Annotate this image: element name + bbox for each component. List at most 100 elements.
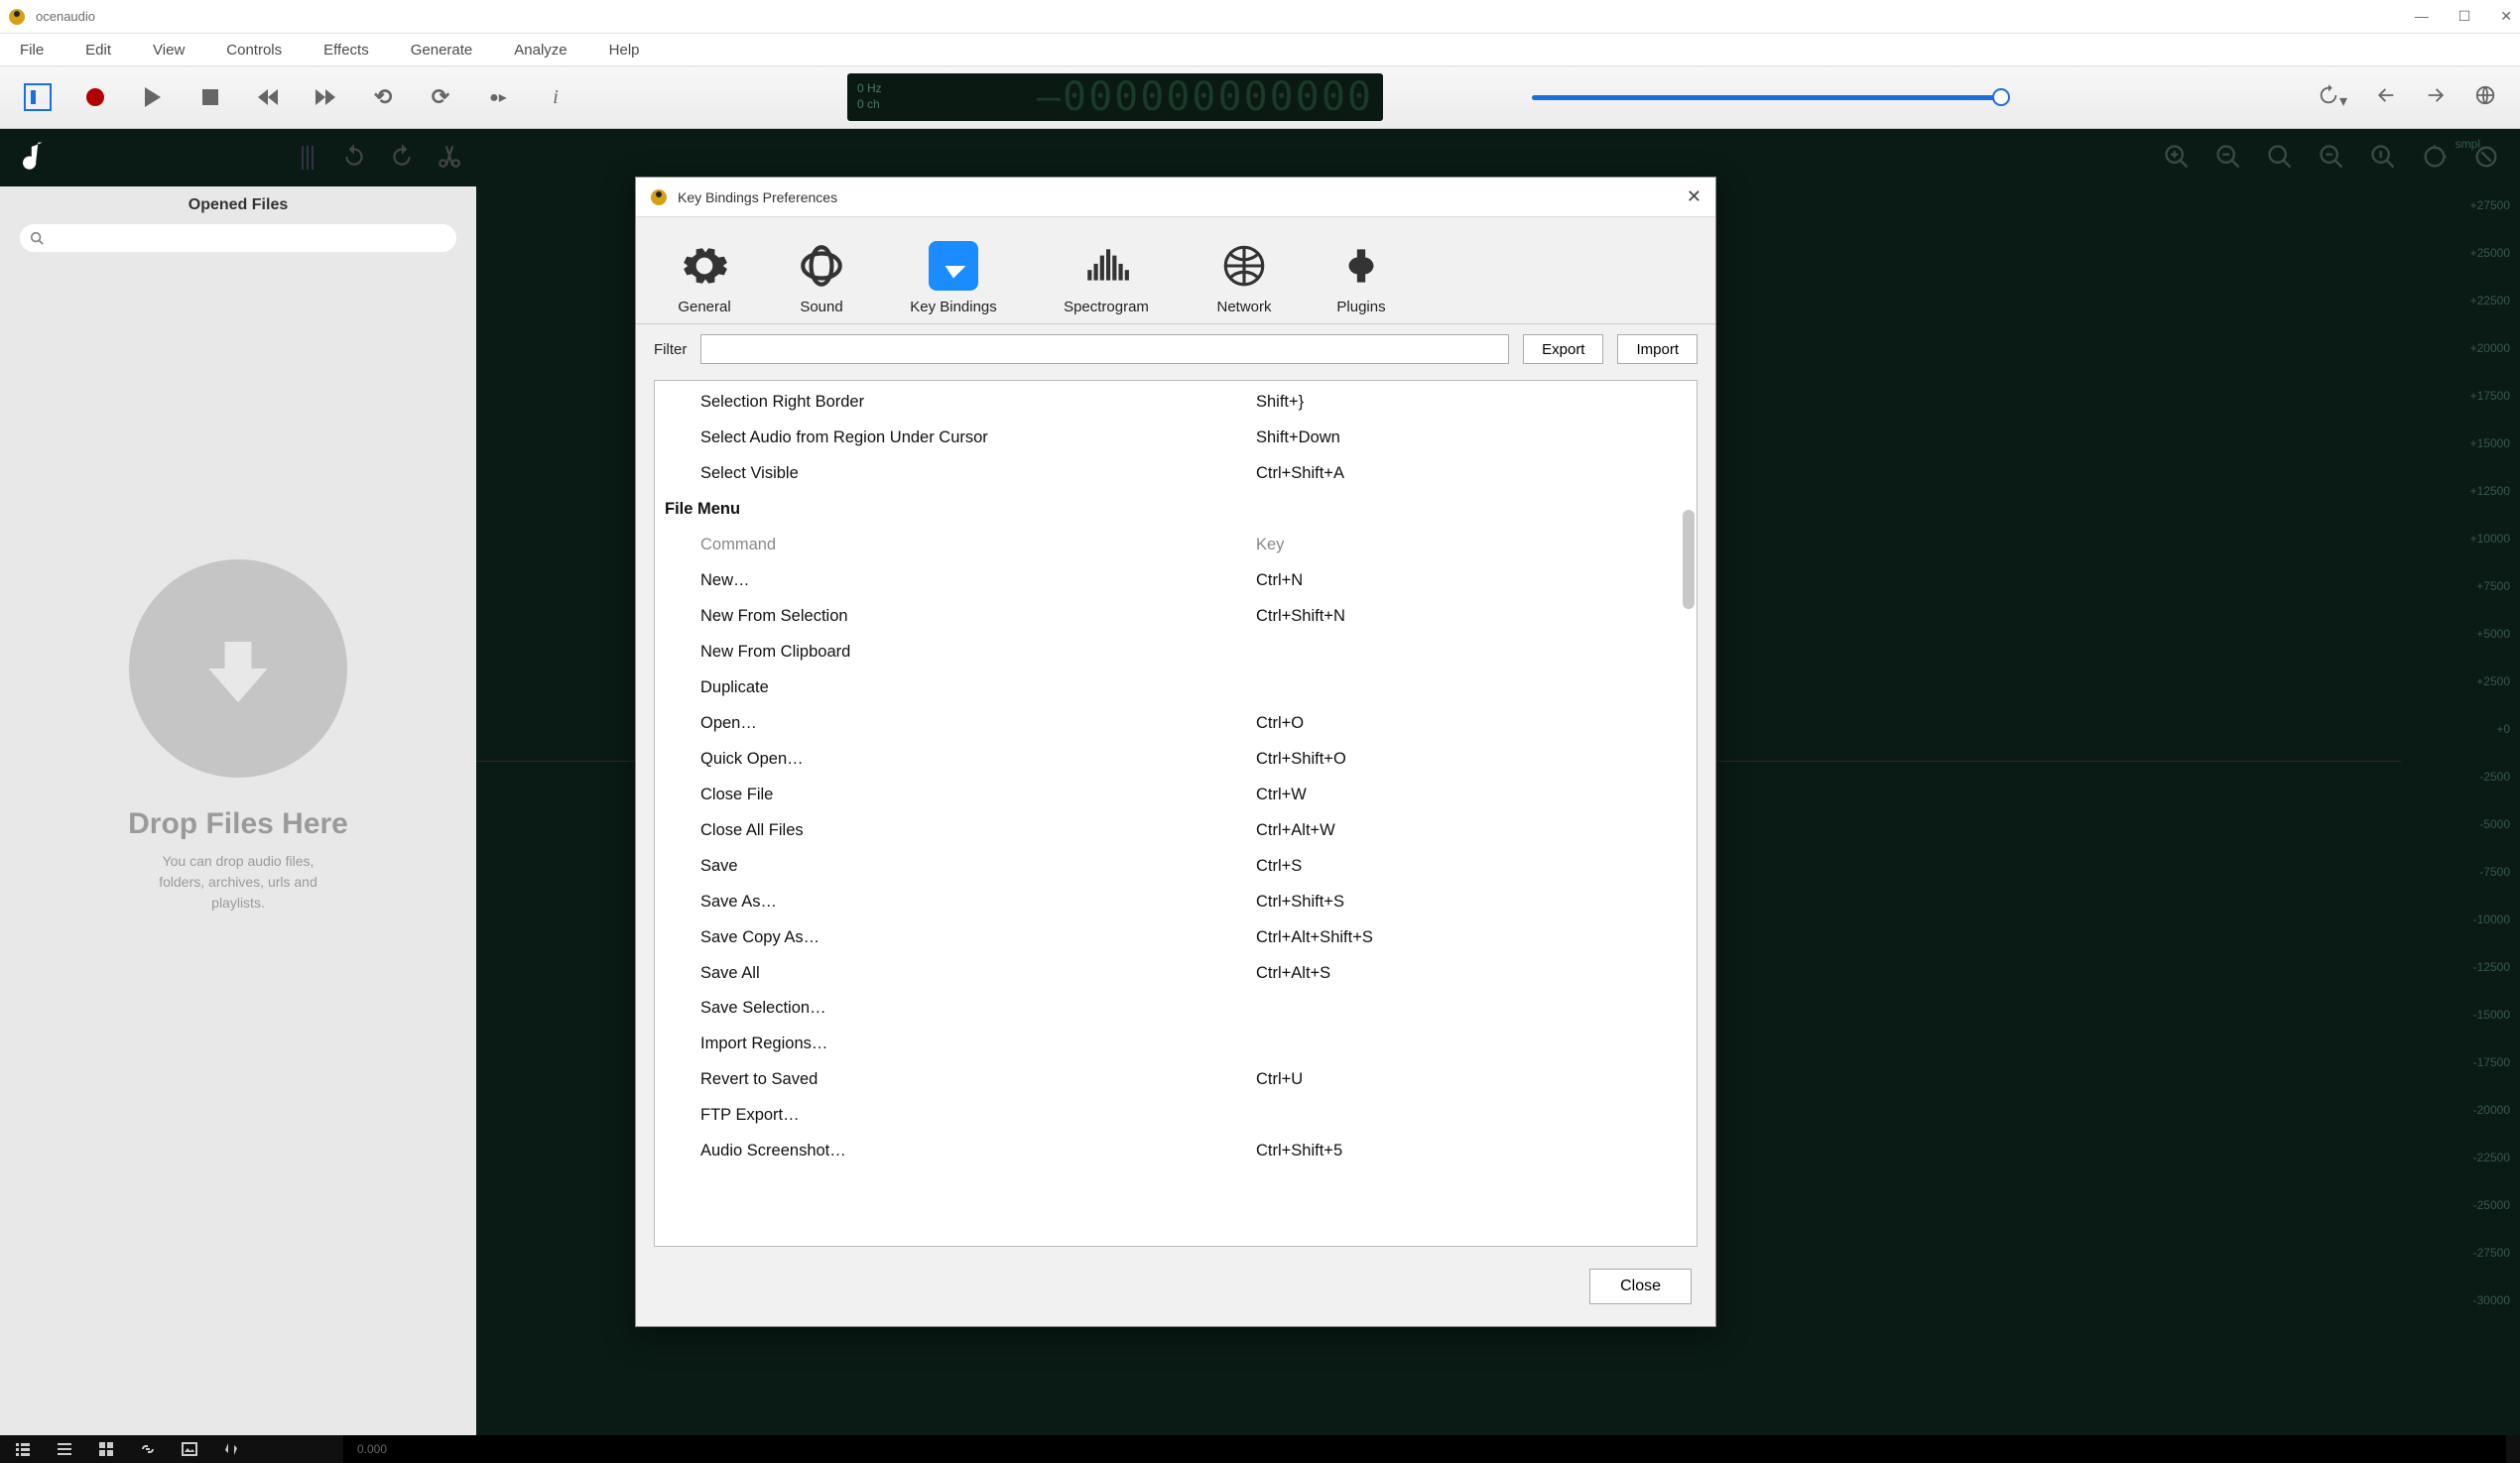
keybinding-row[interactable]: FTP Export… bbox=[700, 1098, 1697, 1134]
view-lines-icon[interactable] bbox=[56, 1440, 73, 1458]
keybinding-row[interactable]: Import Regions… bbox=[700, 1027, 1697, 1062]
zoom-selection-icon[interactable] bbox=[2318, 143, 2345, 176]
grip-icon[interactable] bbox=[302, 146, 314, 170]
minimize-button[interactable]: — bbox=[2415, 8, 2429, 25]
menu-view[interactable]: View bbox=[153, 42, 185, 59]
keybinding-row[interactable]: Selection Right BorderShift+} bbox=[700, 385, 1697, 421]
keybindings-icon bbox=[929, 241, 978, 291]
filter-input[interactable] bbox=[700, 334, 1509, 364]
zoom-vertical-icon[interactable] bbox=[2369, 143, 2397, 176]
menu-generate[interactable]: Generate bbox=[411, 42, 473, 59]
ruler-tick: +17500 bbox=[2411, 389, 2510, 403]
keybinding-row[interactable]: CommandKey bbox=[700, 528, 1697, 563]
record-button[interactable] bbox=[81, 83, 109, 111]
undo-button[interactable] bbox=[341, 143, 367, 174]
ruler-tick: +20000 bbox=[2411, 341, 2510, 355]
status-readout: 0.000 bbox=[343, 1435, 2506, 1463]
ruler-tick: -22500 bbox=[2411, 1151, 2510, 1164]
dialog-close-x[interactable]: ✕ bbox=[1687, 186, 1701, 207]
rewind-button[interactable] bbox=[254, 83, 282, 111]
zoom-out-icon[interactable] bbox=[2214, 143, 2242, 176]
plugins-icon bbox=[1336, 241, 1386, 291]
spectrogram-icon bbox=[1081, 241, 1131, 291]
keybinding-row[interactable]: New From SelectionCtrl+Shift+N bbox=[700, 599, 1697, 635]
keybinding-list[interactable]: Selection Right BorderShift+}Select Audi… bbox=[654, 380, 1698, 1247]
close-window-button[interactable]: ✕ bbox=[2500, 8, 2512, 25]
view-list-icon[interactable] bbox=[14, 1440, 32, 1458]
tab-keybindings[interactable]: Key Bindings bbox=[880, 241, 1027, 323]
keybinding-row[interactable]: New…Ctrl+N bbox=[700, 563, 1697, 599]
forward-button[interactable] bbox=[312, 83, 339, 111]
keybinding-row[interactable]: Close All FilesCtrl+Alt+W bbox=[700, 813, 1697, 849]
drop-target-icon[interactable] bbox=[129, 559, 347, 778]
menu-help[interactable]: Help bbox=[609, 42, 640, 59]
sort-icon[interactable] bbox=[222, 1440, 240, 1458]
tab-spectrogram[interactable]: Spectrogram bbox=[1027, 241, 1186, 323]
nav-forward-button[interactable] bbox=[2425, 84, 2447, 111]
record-region-button[interactable]: ●▸ bbox=[484, 83, 512, 111]
ruler-tick: -5000 bbox=[2411, 817, 2510, 831]
keybinding-row[interactable]: Revert to SavedCtrl+U bbox=[700, 1062, 1697, 1098]
zoom-fit-icon[interactable] bbox=[2266, 143, 2294, 176]
keybinding-row[interactable]: Quick Open…Ctrl+Shift+O bbox=[700, 742, 1697, 778]
preferences-dialog: Key Bindings Preferences ✕ General Sound… bbox=[635, 177, 1716, 1327]
search-input[interactable] bbox=[20, 224, 456, 252]
keybinding-row[interactable]: Save As…Ctrl+Shift+S bbox=[700, 885, 1697, 920]
toggle-sidebar-button[interactable] bbox=[24, 83, 52, 111]
keybinding-row[interactable]: Open…Ctrl+O bbox=[700, 706, 1697, 742]
ruler-tick: -10000 bbox=[2411, 913, 2510, 926]
menu-edit[interactable]: Edit bbox=[85, 42, 111, 59]
tab-sound[interactable]: Sound bbox=[763, 241, 880, 323]
export-button[interactable]: Export bbox=[1523, 334, 1603, 364]
music-note-icon bbox=[12, 136, 56, 180]
keybinding-row[interactable]: Select Audio from Region Under CursorShi… bbox=[700, 421, 1697, 456]
keybinding-row[interactable]: Save AllCtrl+Alt+S bbox=[700, 956, 1697, 992]
keybinding-row[interactable]: New From Clipboard bbox=[700, 635, 1697, 671]
ruler-tick: -30000 bbox=[2411, 1293, 2510, 1307]
lcd-digits: –000000000000 bbox=[1037, 74, 1373, 120]
lcd-hz: 0 Hz bbox=[857, 81, 882, 97]
gear-icon bbox=[680, 241, 729, 291]
tab-network[interactable]: Network bbox=[1186, 241, 1303, 323]
maximize-button[interactable]: ☐ bbox=[2458, 8, 2471, 25]
view-grid-icon[interactable] bbox=[97, 1440, 115, 1458]
tab-plugins[interactable]: Plugins bbox=[1303, 241, 1420, 323]
history-button[interactable]: ▾ bbox=[2318, 84, 2347, 111]
keybinding-row[interactable]: Duplicate bbox=[700, 671, 1697, 706]
keybinding-row[interactable]: Save Selection… bbox=[700, 991, 1697, 1027]
volume-slider[interactable] bbox=[1532, 95, 2008, 100]
close-button[interactable]: Close bbox=[1589, 1269, 1692, 1304]
stop-button[interactable] bbox=[196, 83, 224, 111]
ruler-tick: +5000 bbox=[2411, 627, 2510, 641]
import-button[interactable]: Import bbox=[1617, 334, 1698, 364]
menu-effects[interactable]: Effects bbox=[323, 42, 369, 59]
image-icon[interactable] bbox=[181, 1440, 198, 1458]
scrollbar-thumb[interactable] bbox=[1683, 510, 1695, 609]
loop-selection-button[interactable]: ⟳ bbox=[427, 83, 454, 111]
ruler-tick: +10000 bbox=[2411, 532, 2510, 546]
filter-label: Filter bbox=[654, 341, 687, 358]
info-button[interactable]: i bbox=[542, 83, 569, 111]
dialog-titlebar[interactable]: Key Bindings Preferences ✕ bbox=[636, 178, 1715, 217]
keybinding-row[interactable]: Save Copy As…Ctrl+Alt+Shift+S bbox=[700, 920, 1697, 956]
keybinding-row[interactable]: Audio Screenshot…Ctrl+Shift+5 bbox=[700, 1134, 1697, 1169]
play-button[interactable] bbox=[139, 83, 167, 111]
redo-button[interactable] bbox=[389, 143, 415, 174]
section-header: File Menu bbox=[665, 492, 1697, 528]
menu-analyze[interactable]: Analyze bbox=[514, 42, 567, 59]
menu-controls[interactable]: Controls bbox=[226, 42, 282, 59]
sidebar: Opened Files Drop Files Here You can dro… bbox=[0, 129, 476, 1435]
keybinding-row[interactable]: Select VisibleCtrl+Shift+A bbox=[700, 456, 1697, 492]
zoom-in-icon[interactable] bbox=[2163, 143, 2191, 176]
menu-file[interactable]: File bbox=[20, 42, 44, 59]
nav-back-button[interactable] bbox=[2375, 84, 2397, 111]
globe-button[interactable] bbox=[2474, 84, 2496, 111]
loop-button[interactable]: ⟲ bbox=[369, 83, 397, 111]
link-icon[interactable] bbox=[139, 1440, 157, 1458]
keybinding-row[interactable]: Close FileCtrl+W bbox=[700, 778, 1697, 813]
tab-general[interactable]: General bbox=[646, 241, 763, 323]
cut-button[interactable] bbox=[437, 143, 462, 174]
dialog-icon bbox=[650, 188, 668, 206]
keybinding-row[interactable]: SaveCtrl+S bbox=[700, 849, 1697, 885]
volume-thumb[interactable] bbox=[1992, 88, 2010, 106]
